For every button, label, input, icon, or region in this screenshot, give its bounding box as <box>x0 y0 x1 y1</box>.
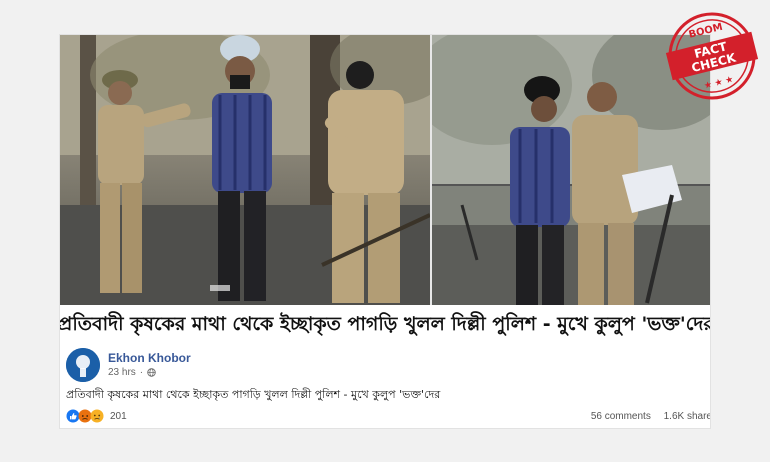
svg-text:★ ★ ★: ★ ★ ★ <box>703 75 734 92</box>
timestamp-text[interactable]: 23 hrs <box>108 367 136 378</box>
post-timestamp: 23 hrs · <box>108 367 156 378</box>
page-avatar[interactable] <box>66 348 100 382</box>
page-name-link[interactable]: Ekhon Khobor <box>108 351 191 365</box>
reaction-icons[interactable] <box>66 409 104 423</box>
post-header: Ekhon Khobor 23 hrs · <box>66 348 706 388</box>
engagement-stats: 56 comments 1.6K share <box>591 411 710 422</box>
shares-count[interactable]: 1.6K share <box>664 411 710 422</box>
post-caption: প্রতিবাদী কৃষকের মাথা থেকে ইচ্ছাকৃত পাগড… <box>66 388 441 401</box>
headline-banner: প্রতিবাদী কৃষকের মাথা থেকে ইচ্ছাকৃত পাগড… <box>59 305 711 347</box>
facebook-post-card: প্রতিবাদী কৃষকের মাথা থেকে ইচ্ছাকৃত পাগড… <box>59 34 711 429</box>
sad-icon <box>90 409 104 423</box>
reactions-bar: 201 56 comments 1.6K share <box>66 409 710 425</box>
headline-text: প্রতিবাদী কৃষকের মাথা থেকে ইচ্ছাকৃত পাগড… <box>59 313 711 335</box>
video-thumbnail[interactable] <box>60 35 710 305</box>
avatar-logo-icon <box>66 348 100 382</box>
globe-icon <box>147 368 156 377</box>
comments-count[interactable]: 56 comments <box>591 411 651 422</box>
video-still-left <box>60 35 432 305</box>
fact-check-stamp-icon: BOOM FACT CHECK ★ ★ ★ <box>665 12 759 100</box>
dot-separator: · <box>139 367 144 378</box>
street-scene-left <box>60 35 432 305</box>
reaction-count[interactable]: 201 <box>110 411 127 422</box>
